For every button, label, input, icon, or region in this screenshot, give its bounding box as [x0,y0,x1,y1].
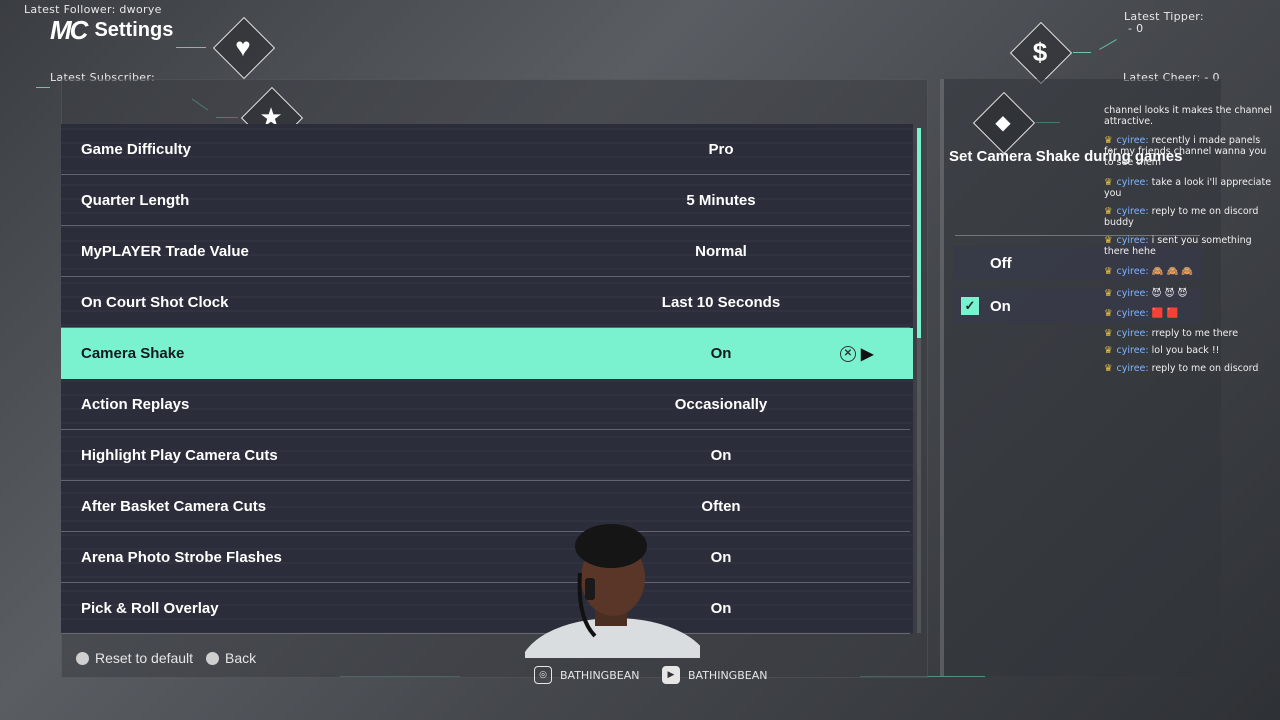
chat-message: ♛ cyiree: lol you back !! [1104,345,1272,356]
back-button[interactable]: Back [206,650,256,666]
setting-row-selected[interactable]: Camera Shake On ✕ ▶ [61,328,913,379]
chat-username: cyiree: [1116,266,1149,277]
badge-icon: ♛ [1104,235,1113,246]
chat-message: channel looks it makes the channel attra… [1104,105,1272,127]
chat-message: ♛ cyiree: i sent you something there hehe [1104,235,1272,257]
setting-value: Pro [708,140,734,158]
logo: MC [50,15,88,45]
controller-button-icon [76,651,89,665]
social-instagram: ◎ BATHINGBEAN [534,666,639,684]
scrollbar-thumb[interactable] [917,128,921,338]
setting-row[interactable]: After Basket Camera Cuts Often [61,481,910,532]
setting-value: Often [701,497,741,515]
setting-label: Quarter Length [81,191,190,209]
social-handle: BATHINGBEAN [560,668,640,682]
chat-message: ♛ cyiree: 😈 😈 😈 [1104,288,1272,299]
controller-button-icon [206,651,219,665]
setting-value: On [710,446,732,464]
setting-label: On Court Shot Clock [81,293,229,311]
chat-message: ♛ cyiree: take a look i'll appreciate you [1104,177,1272,199]
chat-username: cyiree: [1116,308,1149,319]
heart-icon: ♥ [235,31,251,62]
gem-icon: ◆ [995,111,1011,134]
chat-username: cyiree: [1116,235,1149,246]
setting-value: Occasionally [674,395,768,413]
chat-username: cyiree: [1116,345,1149,356]
setting-row[interactable]: Game Difficulty Pro [61,124,910,175]
badge-icon: ♛ [1104,135,1113,146]
setting-label: MyPLAYER Trade Value [81,242,249,260]
badge-icon: ♛ [1104,266,1113,277]
badge-icon: ♛ [1104,177,1113,188]
setting-row[interactable]: MyPLAYER Trade Value Normal [61,226,910,277]
setting-row[interactable]: Arena Photo Strobe Flashes On [61,532,910,583]
arrow-right-icon[interactable]: ▶ [861,344,873,364]
chat-message: ♛ cyiree: reply to me on discord buddy [1104,206,1272,228]
setting-value: Last 10 Seconds [661,293,781,311]
social-youtube: ▶ BATHINGBEAN [662,666,767,684]
setting-label: Game Difficulty [81,140,192,158]
setting-label: Action Replays [81,395,190,413]
chat-username: cyiree: [1116,288,1149,299]
chat-text: rreply to me there [1151,328,1239,339]
setting-value: Normal [695,242,747,260]
badge-icon: ♛ [1104,363,1113,374]
setting-row[interactable]: Highlight Play Camera Cuts On [61,430,910,481]
reset-label: Reset to default [95,650,194,666]
setting-label: After Basket Camera Cuts [81,497,267,515]
chat-message: ♛ cyiree: reply to me on discord [1104,363,1272,374]
header: MC Settings [50,15,173,46]
youtube-icon: ▶ [662,666,680,684]
setting-row[interactable]: Action Replays Occasionally [61,379,910,430]
option-label: On [990,297,1011,315]
setting-row[interactable]: Pick & Roll Overlay On [61,583,910,634]
checkmark-icon: ✓ [961,297,979,315]
setting-label: Camera Shake [81,345,185,362]
tipper-value: - 0 [1128,22,1144,35]
chat-username: cyiree: [1116,177,1149,188]
badge-icon: ♛ [1104,288,1113,299]
setting-row[interactable]: On Court Shot Clock Last 10 Seconds [61,277,910,328]
info-panel [940,79,1221,676]
emote-icon: 😈 😈 😈 [1151,288,1188,299]
badge-icon: ♛ [1104,206,1113,217]
badge-icon: ♛ [1104,308,1113,319]
emote-icon: 🙈 🙈 🙈 [1151,266,1194,277]
setting-label: Highlight Play Camera Cuts [81,446,278,464]
chat-message: ♛ cyiree: 🙈 🙈 🙈 [1104,266,1272,277]
option-label: Off [990,254,1012,272]
chat-username: cyiree: [1116,328,1149,339]
back-label: Back [225,650,257,666]
chat-text: channel looks it makes the channel attra… [1104,105,1272,127]
settings-list: Game Difficulty Pro Quarter Length 5 Min… [61,124,913,634]
chat-username: cyiree: [1116,206,1149,217]
badge-icon: ♛ [1104,345,1113,356]
instagram-icon: ◎ [534,666,552,684]
social-handle: BATHINGBEAN [688,668,768,682]
webcam-feed [525,518,700,658]
reset-button[interactable]: Reset to default [76,650,193,666]
chat-text: reply to me on discord [1151,363,1259,374]
badge-icon: ♛ [1104,328,1113,339]
chat-message: ♛ cyiree: 🟥 🟥 [1104,308,1272,319]
chat-text: lol you back !! [1151,345,1220,356]
clear-icon[interactable]: ✕ [840,346,856,362]
setting-label: Pick & Roll Overlay [81,599,219,617]
chat-message: ♛ cyiree: recently i made panels for my f… [1104,135,1272,168]
page-title: Settings [94,19,174,41]
chat-username: cyiree: [1116,363,1149,374]
setting-row[interactable]: Quarter Length 5 Minutes [61,175,910,226]
emote-icon: 🟥 🟥 [1151,308,1179,319]
setting-label: Arena Photo Strobe Flashes [81,548,282,566]
dollar-icon: $ [1032,36,1048,67]
chat-message: ♛ cyiree: rreply to me there [1104,328,1272,339]
setting-value: 5 Minutes [686,191,756,209]
chat-username: cyiree: [1116,135,1149,146]
setting-value: On [710,345,732,362]
